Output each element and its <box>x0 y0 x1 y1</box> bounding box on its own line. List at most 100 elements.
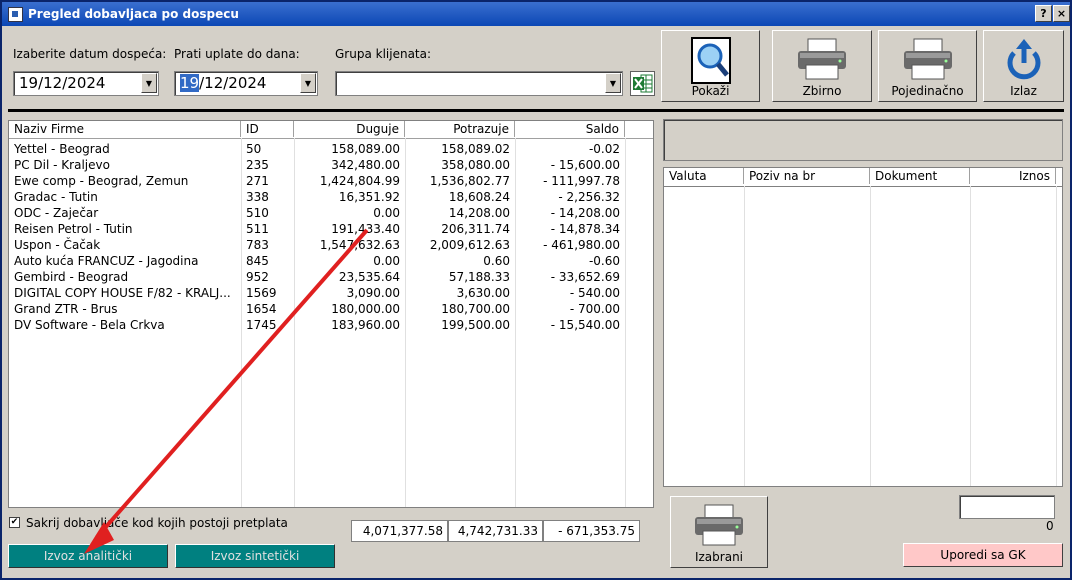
chevron-down-icon[interactable]: ▼ <box>141 73 157 93</box>
export-analytic-button[interactable]: Izvoz analitički <box>8 544 168 568</box>
cell-id: 510 <box>246 206 269 220</box>
export-synthetic-button[interactable]: Izvoz sintetički <box>175 544 335 568</box>
cell-id: 845 <box>246 254 269 268</box>
cell-credit: 3,630.00 <box>456 286 510 300</box>
hide-prepaid-checkbox[interactable]: ✔ <box>9 517 20 528</box>
individual-button[interactable]: Pojedinačno <box>878 30 977 102</box>
cell-balance: - 461,980.00 <box>543 238 620 252</box>
cell-balance: - 14,878.34 <box>550 222 620 236</box>
table-row[interactable]: Auto kuća FRANCUZ - Jagodina 845 0.00 0.60 -… <box>9 253 629 269</box>
cell-id: 235 <box>246 158 269 172</box>
table-row[interactable]: Ewe comp - Beograd, Zemun 271 1,424,804.99… <box>9 173 629 189</box>
chevron-down-icon[interactable]: ▼ <box>605 73 621 93</box>
table-row[interactable]: DV Software - Bela Crkva 1745 183,960.00 19… <box>9 317 629 333</box>
total-balance: - 671,353.75 <box>543 520 640 542</box>
grid-line <box>1056 186 1057 486</box>
separator <box>8 109 1064 112</box>
cell-name: Uspon - Čačak <box>14 238 101 252</box>
grid-line <box>870 186 871 486</box>
cell-balance: - 2,256.32 <box>558 190 620 204</box>
col-header-name[interactable]: Naziv Firme <box>9 121 241 137</box>
col-header-document[interactable]: Dokument <box>870 168 970 184</box>
hide-prepaid-label: Sakrij dobavljače kod kojih postoji pret… <box>26 516 288 530</box>
cell-credit: 0.60 <box>483 254 510 268</box>
selected-print-button[interactable]: Izabrani <box>670 496 768 568</box>
cell-debit: 1,424,804.99 <box>319 174 400 188</box>
due-date-picker[interactable]: 19/12/2024 ▼ <box>13 71 159 96</box>
cell-debit: 0.00 <box>373 254 400 268</box>
printer-icon <box>795 37 849 87</box>
cell-name: DIGITAL COPY HOUSE F/82 - KRALJ... <box>14 286 231 300</box>
col-header-id[interactable]: ID <box>241 121 294 137</box>
table-row[interactable]: Reisen Petrol - Tutin 511 191,433.40 206,31… <box>9 221 629 237</box>
cell-credit: 358,080.00 <box>441 158 510 172</box>
cell-id: 783 <box>246 238 269 252</box>
close-button[interactable]: × <box>1053 5 1070 22</box>
cell-balance: - 700.00 <box>569 302 620 316</box>
track-date-picker[interactable]: 19/12/2024 ▼ <box>174 71 318 96</box>
client-group-label: Grupa klijenata: <box>335 47 432 61</box>
printer-icon <box>692 503 746 553</box>
app-icon <box>8 7 23 22</box>
cell-balance: -0.02 <box>588 142 620 156</box>
cell-id: 1654 <box>246 302 277 316</box>
summary-button[interactable]: Zbirno <box>772 30 872 102</box>
cell-debit: 342,480.00 <box>331 158 400 172</box>
table-row[interactable]: DIGITAL COPY HOUSE F/82 - KRALJ... 1569 3,… <box>9 285 629 301</box>
table-row[interactable]: Gradac - Tutin 338 16,351.92 18,608.24 - 2,2… <box>9 189 629 205</box>
cell-debit: 16,351.92 <box>338 190 400 204</box>
table-row[interactable]: Gembird - Beograd 952 23,535.64 57,188.33 - … <box>9 269 629 285</box>
show-button[interactable]: Pokaži <box>661 30 760 102</box>
cell-balance: - 33,652.69 <box>550 270 620 284</box>
grid-line <box>970 186 971 486</box>
table-row[interactable]: Yettel - Beograd 50 158,089.00 158,089.02 -0… <box>9 141 629 157</box>
magnifier-icon <box>689 37 733 89</box>
cell-credit: 18,608.24 <box>448 190 510 204</box>
cell-name: Auto kuća FRANCUZ - Jagodina <box>14 254 199 268</box>
cell-credit: 57,188.33 <box>448 270 510 284</box>
track-date-rest: /12/2024 <box>199 74 267 92</box>
cell-credit: 158,089.02 <box>441 142 510 156</box>
cell-debit: 158,089.00 <box>331 142 400 156</box>
detail-table[interactable]: Valuta Poziv na br Dokument Iznos <box>663 167 1063 487</box>
table-row[interactable]: PC Dil - Kraljevo 235 342,480.00 358,080.00… <box>9 157 629 173</box>
total-credit: 4,742,731.33 <box>448 520 543 542</box>
total-debit: 4,071,377.58 <box>351 520 448 542</box>
exit-button-label: Izlaz <box>1010 84 1037 98</box>
cell-id: 511 <box>246 222 269 236</box>
help-button[interactable]: ? <box>1035 5 1052 22</box>
table-row[interactable]: Uspon - Čačak 783 1,547,632.63 2,009,612.63… <box>9 237 629 253</box>
cell-balance: - 111,997.78 <box>543 174 620 188</box>
client-group-select[interactable]: ▼ <box>335 71 623 96</box>
col-header-currency[interactable]: Valuta <box>664 168 744 184</box>
cell-debit: 0.00 <box>373 206 400 220</box>
col-header-credit[interactable]: Potrazuje <box>405 121 515 137</box>
main-window: Pregled dobavljaca po dospecu ? × Izaber… <box>0 0 1072 580</box>
cell-credit: 199,500.00 <box>441 318 510 332</box>
suppliers-table[interactable]: Naziv Firme ID Duguje Potrazuje Saldo Ye… <box>8 120 654 508</box>
cell-debit: 3,090.00 <box>346 286 400 300</box>
col-header-balance[interactable]: Saldo <box>515 121 625 137</box>
table-row[interactable]: ODC - Zaječar 510 0.00 14,208.00 - 14,208.00 <box>9 205 629 221</box>
col-header-debit[interactable]: Duguje <box>294 121 405 137</box>
individual-button-label: Pojedinačno <box>891 84 964 98</box>
cell-credit: 1,536,802.77 <box>429 174 510 188</box>
compare-gk-button[interactable]: Uporedi sa GK <box>903 543 1063 567</box>
cell-name: Gradac - Tutin <box>14 190 98 204</box>
side-value: 0 <box>1046 519 1054 533</box>
table-row[interactable]: Grand ZTR - Brus 1654 180,000.00 180,700.00… <box>9 301 629 317</box>
side-input[interactable] <box>959 495 1055 519</box>
cell-id: 271 <box>246 174 269 188</box>
power-icon <box>1002 37 1046 87</box>
show-button-label: Pokaži <box>691 84 730 98</box>
cell-debit: 191,433.40 <box>331 222 400 236</box>
exit-button[interactable]: Izlaz <box>983 30 1064 102</box>
window-title: Pregled dobavljaca po dospecu <box>28 7 239 21</box>
col-header-reference[interactable]: Poziv na br <box>744 168 870 184</box>
cell-id: 952 <box>246 270 269 284</box>
chevron-down-icon[interactable]: ▼ <box>300 73 316 93</box>
excel-icon[interactable] <box>630 71 655 96</box>
cell-id: 1745 <box>246 318 277 332</box>
col-header-amount[interactable]: Iznos <box>970 168 1056 184</box>
cell-name: Ewe comp - Beograd, Zemun <box>14 174 189 188</box>
